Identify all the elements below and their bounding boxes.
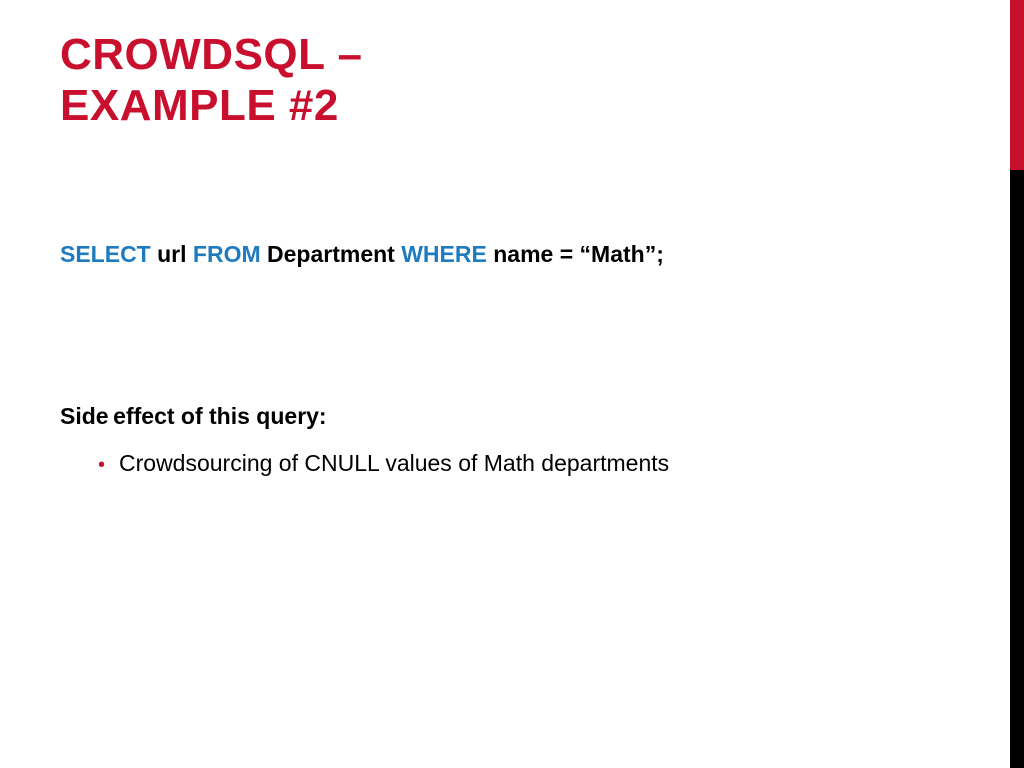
sql-predicate: name = “Math”; (487, 241, 664, 267)
sql-keyword-from: FROM (193, 241, 261, 267)
slide-content: CROWDSQL – EXAMPLE #2 SELECT url FROM De… (0, 0, 1024, 477)
accent-bar-black (1010, 170, 1024, 768)
sql-query: SELECT url FROM Department WHERE name = … (60, 241, 964, 268)
title-line-1: CROWDSQL – (60, 30, 362, 79)
accent-bar-red (1010, 0, 1024, 170)
bullet-text: Crowdsourcing of CNULL values of Math de… (119, 450, 669, 477)
bullet-item: • Crowdsourcing of CNULL values of Math … (60, 450, 964, 477)
slide-title: CROWDSQL – EXAMPLE #2 (60, 30, 964, 131)
sql-keyword-where: WHERE (401, 241, 487, 267)
bullet-dot-icon: • (98, 455, 105, 475)
side-effect-label: Side effect of this query: (60, 403, 964, 430)
sql-column: url (151, 241, 193, 267)
title-line-2: EXAMPLE #2 (60, 81, 339, 130)
sql-table: Department (261, 241, 402, 267)
sql-keyword-select: SELECT (60, 241, 151, 267)
